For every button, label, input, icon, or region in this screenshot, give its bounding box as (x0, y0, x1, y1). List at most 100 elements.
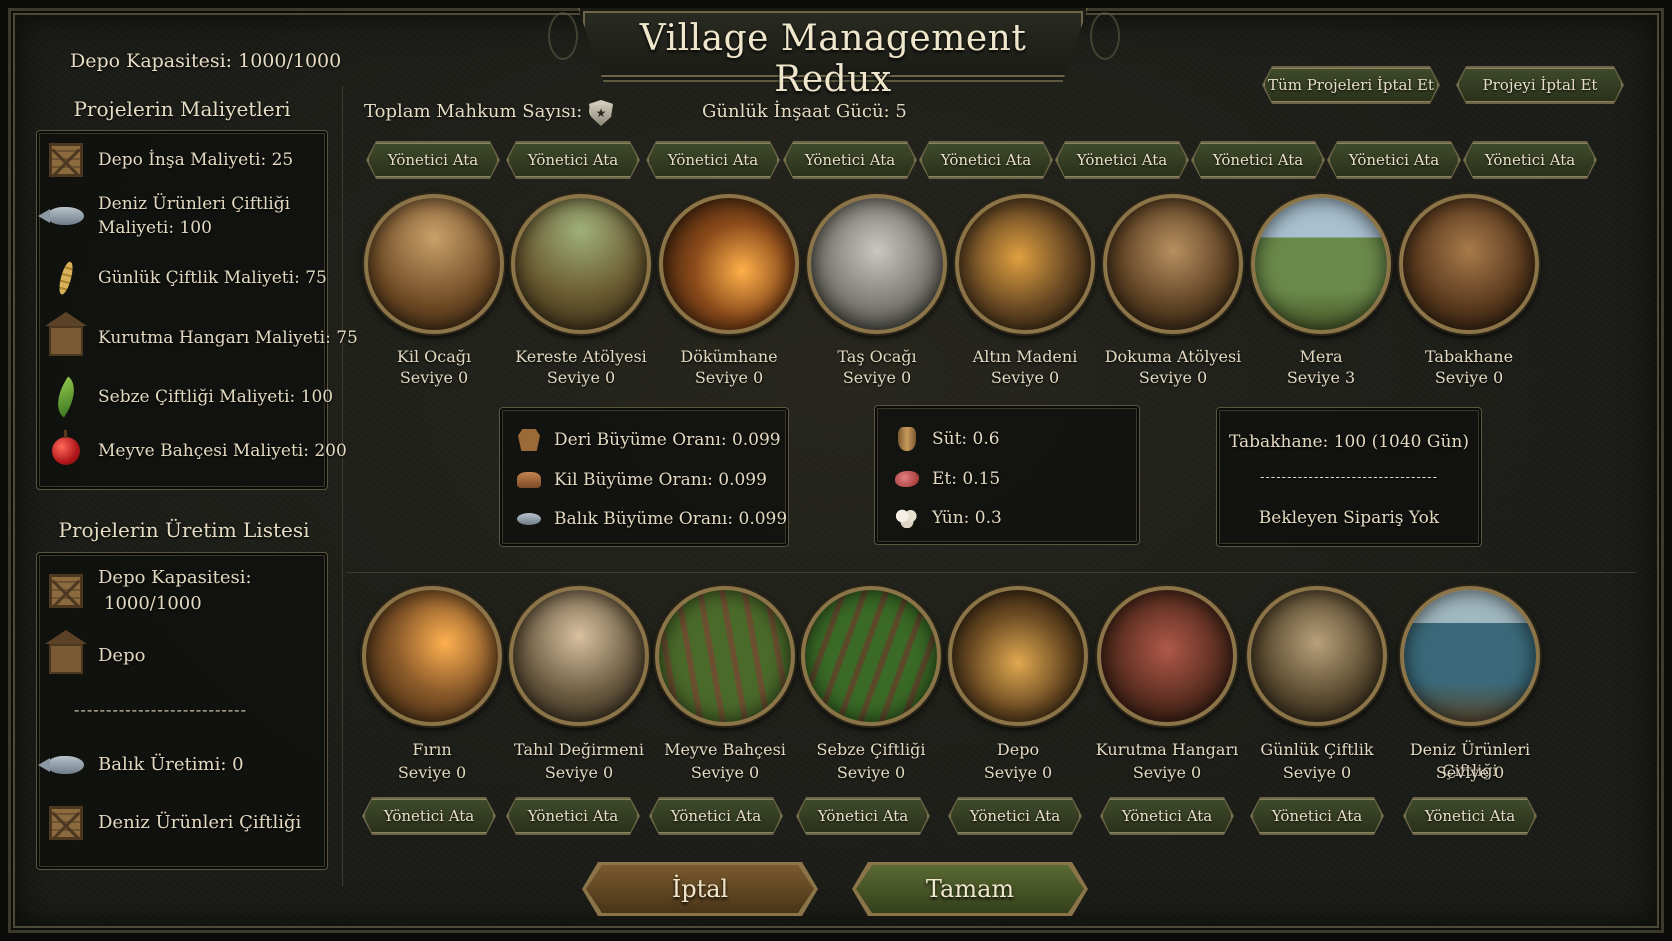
banner-ornament-left (548, 12, 578, 60)
costs-title: Projelerin Maliyetleri (73, 97, 291, 121)
cancel-project-button[interactable]: Projeyi İptal Et (1458, 68, 1622, 102)
project-depot[interactable] (948, 586, 1088, 726)
project-foundry[interactable] (659, 194, 799, 334)
jug-icon (898, 427, 916, 451)
project-tannery[interactable] (1399, 194, 1539, 334)
project-level: Seviye 0 (544, 763, 614, 782)
output-row: Et: 0.15 (894, 466, 1000, 492)
fish-icon (48, 207, 84, 225)
assign-manager-button[interactable]: Yönetici Ata (950, 799, 1080, 833)
assign-btn-frame: Yönetici Ata (649, 797, 783, 835)
cost-label: Meyve Bahçesi Maliyeti: 200 (98, 441, 347, 461)
daily-build-power: Günlük İnşaat Gücü: 5 (702, 101, 907, 122)
project-daily-farm[interactable] (1247, 586, 1387, 726)
project-name: Tahıl Değirmeni (514, 740, 644, 759)
project-level: Seviye 0 (1434, 368, 1504, 387)
assign-btn-frame: Yönetici Ata (948, 797, 1082, 835)
project-bakery[interactable] (362, 586, 502, 726)
project-level: Seviye 0 (694, 368, 764, 387)
fish-icon (517, 513, 541, 525)
production-fish: Balık Üretimi: 0 (46, 745, 244, 785)
assign-manager-button[interactable]: Yönetici Ata (785, 143, 915, 177)
cost-row-seafood: Deniz Ürünleri Çiftliği Maliyeti: 100 (46, 192, 290, 240)
project-name: Meyve Bahçesi (664, 740, 786, 759)
production-capacity-value: 1000/1000 (104, 593, 202, 614)
assign-manager-button[interactable]: Yönetici Ata (798, 799, 928, 833)
project-grain-mill[interactable] (509, 586, 649, 726)
project-name: Fırın (412, 740, 452, 759)
leaf-icon (47, 376, 85, 418)
production-depot-label: Depo (98, 645, 146, 666)
output-label: Et: 0.15 (932, 469, 1001, 489)
assign-btn-frame: Yönetici Ata (506, 797, 640, 835)
assign-manager-button[interactable]: Yönetici Ata (1193, 143, 1323, 177)
assign-manager-button[interactable]: Yönetici Ata (1252, 799, 1382, 833)
project-clay-pit[interactable] (364, 194, 504, 334)
assign-manager-button[interactable]: Yönetici Ata (364, 799, 494, 833)
assign-manager-button[interactable]: Yönetici Ata (1329, 143, 1459, 177)
project-name: Dökümhane (680, 347, 778, 366)
project-drying-shed[interactable] (1097, 586, 1237, 726)
production-capacity: Depo Kapasitesi: 1000/1000 (46, 565, 252, 617)
project-name: Kereste Atölyesi (515, 347, 647, 366)
banner-ornament-right (1090, 12, 1120, 60)
project-quarry[interactable] (807, 194, 947, 334)
project-name: Günlük Çiftlik (1260, 740, 1374, 759)
project-level: Seviye 0 (546, 368, 616, 387)
cost-label: Kurutma Hangarı Maliyeti: 75 (98, 328, 358, 348)
crate-icon (49, 574, 83, 608)
section-divider (346, 572, 1636, 573)
assign-manager-button[interactable]: Yönetici Ata (648, 143, 778, 177)
assign-manager-button[interactable]: Yönetici Ata (368, 143, 498, 177)
cost-label: Günlük Çiftlik Maliyeti: 75 (98, 268, 327, 288)
cancel-button[interactable]: İptal (586, 865, 814, 913)
assign-manager-button[interactable]: Yönetici Ata (1057, 143, 1187, 177)
assign-manager-button[interactable]: Yönetici Ata (1102, 799, 1232, 833)
assign-manager-button[interactable]: Yönetici Ata (1405, 799, 1535, 833)
assign-btn-frame: Yönetici Ata (362, 797, 496, 835)
project-orchard[interactable] (655, 586, 795, 726)
production-divider: --------------------------- (74, 700, 247, 719)
project-level: Seviye 0 (397, 763, 467, 782)
cancel-all-projects-button[interactable]: Tüm Projeleri İptal Et (1264, 68, 1438, 102)
assign-manager-button[interactable]: Yönetici Ata (508, 143, 638, 177)
project-level: Seviye 0 (1435, 763, 1505, 782)
cost-label: Depo İnşa Maliyeti: 25 (98, 150, 294, 170)
assign-btn-frame: Yönetici Ata (506, 141, 640, 179)
cancel-project-button-frame: Projeyi İptal Et (1456, 66, 1624, 104)
cost-row-drying-shed: Kurutma Hangarı Maliyeti: 75 (45, 312, 358, 358)
orders-divider: --------------------------------- (1260, 470, 1438, 485)
growth-label: Deri Büyüme Oranı: 0.099 (554, 430, 781, 450)
project-level: Seviye 0 (990, 368, 1060, 387)
production-title: Projelerin Üretim Listesi (58, 518, 310, 542)
orders-line2: Bekleyen Sipariş Yok (1258, 508, 1440, 528)
assign-btn-frame: Yönetici Ata (1463, 141, 1597, 179)
assign-manager-button[interactable]: Yönetici Ata (1465, 143, 1595, 177)
project-pasture[interactable] (1251, 194, 1391, 334)
assign-btn-frame: Yönetici Ata (1191, 141, 1325, 179)
assign-manager-button[interactable]: Yönetici Ata (921, 143, 1051, 177)
project-gold-mine[interactable] (955, 194, 1095, 334)
assign-manager-button[interactable]: Yönetici Ata (508, 799, 638, 833)
assign-manager-button[interactable]: Yönetici Ata (651, 799, 781, 833)
project-weaving-workshop[interactable] (1103, 194, 1243, 334)
production-capacity-label: Depo Kapasitesi: (98, 567, 252, 588)
project-seafood-farm[interactable] (1400, 586, 1540, 726)
cost-row-orchard: Meyve Bahçesi Maliyeti: 200 (46, 430, 347, 471)
page-title: Village Management Redux (639, 18, 1027, 100)
wheat-icon (56, 260, 76, 296)
cancel-all-button-frame: Tüm Projeleri İptal Et (1262, 66, 1440, 104)
ok-button[interactable]: Tamam (856, 865, 1084, 913)
project-name: Depo (996, 740, 1040, 759)
growth-row: Kil Büyüme Oranı: 0.099 (516, 467, 767, 493)
assign-btn-frame: Yönetici Ata (366, 141, 500, 179)
output-label: Süt: 0.6 (932, 429, 1000, 449)
apple-icon (52, 430, 80, 465)
assign-btn-frame: Yönetici Ata (1327, 141, 1461, 179)
project-level: Seviye 0 (1282, 763, 1352, 782)
project-name: Kil Ocağı (396, 347, 472, 366)
meat-icon (895, 471, 919, 487)
output-row: Süt: 0.6 (894, 426, 1000, 452)
project-lumber-workshop[interactable] (511, 194, 651, 334)
project-vegetable-farm[interactable] (801, 586, 941, 726)
